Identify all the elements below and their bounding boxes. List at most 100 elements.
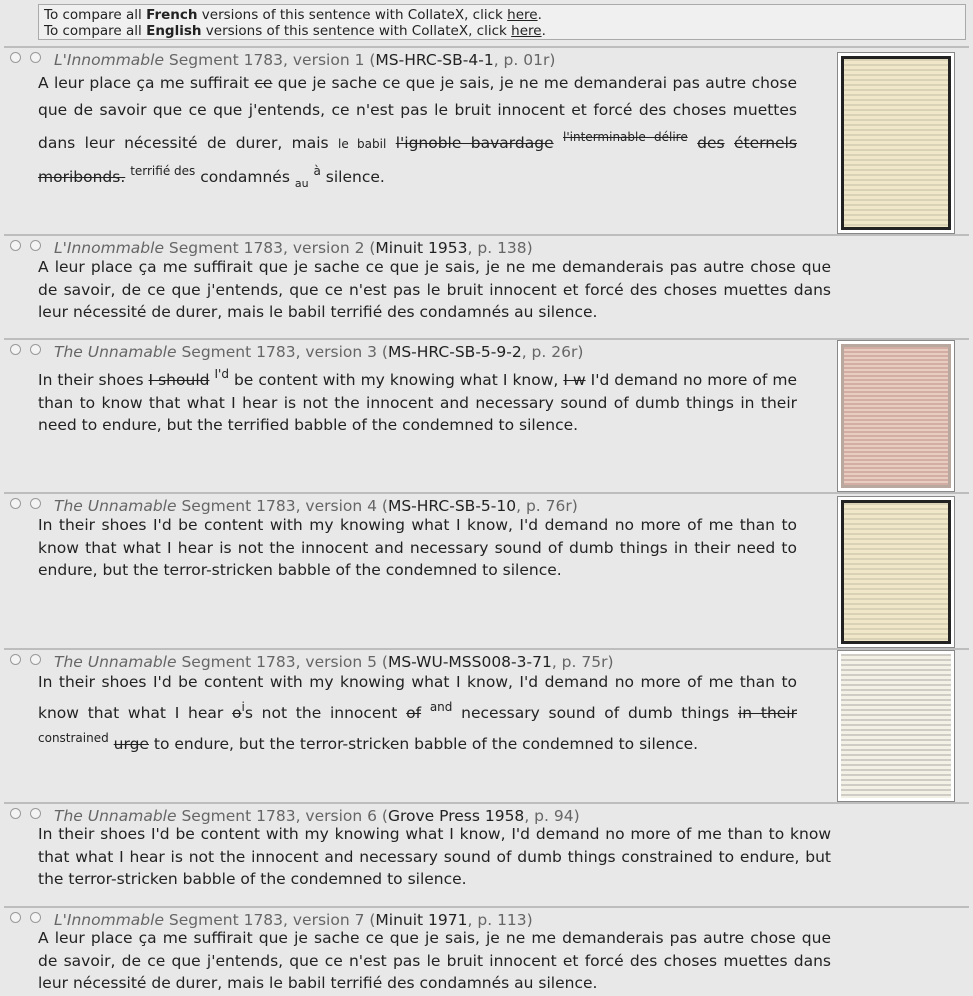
v5-addition: constrained [38, 731, 109, 745]
version-row-1: L'Innommable Segment 1783, version 1 (MS… [4, 46, 969, 234]
v3-deletion: I should [148, 371, 210, 389]
v1-space [386, 134, 395, 152]
version-5-text: In their shoes I'd be content with my kn… [38, 670, 797, 757]
version-5-radio-left[interactable] [10, 654, 21, 665]
compare-french-end: . [537, 7, 542, 23]
v3-text-part: In their shoes [38, 371, 149, 389]
version-4-header: The Unnamable Segment 1783, version 4 (M… [54, 497, 578, 515]
version-row-6: The Unnamable Segment 1783, version 6 (G… [4, 802, 969, 906]
version-1-radio-right[interactable] [30, 52, 41, 63]
version-row-5: The Unnamable Segment 1783, version 5 (M… [4, 648, 969, 802]
version-3-siglum: MS-HRC-SB-5-9-2 [387, 343, 522, 361]
v5-addition: and [429, 700, 453, 714]
manuscript-page-image [841, 654, 951, 798]
v5-text-part: necessary sound of dumb things [452, 704, 738, 722]
version-2-radios [10, 240, 41, 251]
version-7-radio-left[interactable] [10, 912, 21, 923]
version-3-radios [10, 344, 41, 355]
version-1-meta: Segment 1783, version 1 ( [163, 51, 376, 69]
version-3-header: The Unnamable Segment 1783, version 3 (M… [54, 343, 583, 361]
v5-text-part: s not the innocent [244, 704, 407, 722]
version-4-text: In their shoes I'd be content with my kn… [38, 516, 797, 579]
version-2-radio-right[interactable] [30, 240, 41, 251]
version-1-siglum: MS-HRC-SB-4-1 [375, 51, 494, 69]
version-5-radio-right[interactable] [30, 654, 41, 665]
version-5-header: The Unnamable Segment 1783, version 5 (M… [54, 653, 614, 671]
v1-addition: le babil [338, 137, 387, 151]
v1-deleted-addition: l'interminable délire [563, 130, 688, 144]
version-4-facsimile-thumbnail[interactable] [837, 496, 955, 648]
v1-superscript: à [313, 164, 321, 178]
collatex-compare-box: To compare all French versions of this s… [38, 4, 966, 40]
compare-french-link[interactable]: here [507, 7, 537, 23]
version-3-text: In their shoes I should I'd be content w… [38, 363, 797, 437]
v1-deletion: l'ignoble bavardage [395, 134, 554, 152]
version-2-header: L'Innommable Segment 1783, version 2 (Mi… [54, 239, 533, 257]
version-1-title: L'Innommable [54, 51, 164, 69]
version-4-siglum: MS-HRC-SB-5-10 [387, 497, 517, 515]
version-3-page: , p. 26r) [521, 343, 584, 361]
manuscript-page-image [841, 500, 951, 644]
version-1-radio-left[interactable] [10, 52, 21, 63]
version-7-radios [10, 912, 41, 923]
v5-space [421, 704, 430, 722]
version-1-facsimile-thumbnail[interactable] [837, 52, 955, 234]
version-4-meta: Segment 1783, version 4 ( [176, 497, 388, 515]
v1-text-part: A leur place ça me suffirait [38, 74, 255, 92]
version-1-page: , p. 01r) [493, 51, 556, 69]
version-3-title: The Unnamable [54, 343, 177, 361]
compare-french-lang: French [146, 7, 198, 23]
version-1-text: A leur place ça me suffirait ce que je s… [38, 70, 797, 197]
compare-english-link[interactable]: here [511, 23, 541, 39]
version-6-radio-left[interactable] [10, 808, 21, 819]
version-3-radio-left[interactable] [10, 344, 21, 355]
version-3-facsimile-thumbnail[interactable] [837, 340, 955, 492]
v3-text-part: be content with my knowing what I know, [228, 371, 564, 389]
version-4-radio-right[interactable] [30, 498, 41, 509]
version-row-4: The Unnamable Segment 1783, version 4 (M… [4, 492, 969, 648]
version-5-radios [10, 654, 41, 665]
version-4-radios [10, 498, 41, 509]
v1-space [725, 134, 734, 152]
version-5-title: The Unnamable [54, 653, 177, 671]
version-6-radio-right[interactable] [30, 808, 41, 819]
version-5-facsimile-thumbnail[interactable] [837, 650, 955, 802]
version-2-title: L'Innommable [54, 239, 164, 257]
version-3-radio-right[interactable] [30, 344, 41, 355]
version-row-2: L'Innommable Segment 1783, version 2 (Mi… [4, 234, 969, 338]
v1-deletion: ce [254, 74, 273, 92]
version-5-meta: Segment 1783, version 5 ( [176, 653, 388, 671]
version-4-title: The Unnamable [54, 497, 177, 515]
compare-english-prefix: To compare all [44, 23, 147, 39]
version-7-text: A leur place ça me suffirait que je sach… [38, 929, 831, 992]
manuscript-page-image [841, 56, 951, 230]
v5-deletion: urge [113, 735, 149, 753]
version-6-text: In their shoes I'd be content with my kn… [38, 825, 831, 888]
version-2-meta: Segment 1783, version 2 ( [163, 239, 376, 257]
v3-addition: I'd [214, 367, 229, 381]
version-7-radio-right[interactable] [30, 912, 41, 923]
v3-deletion: I w [563, 371, 586, 389]
version-4-page: , p. 76r) [516, 497, 578, 515]
version-3-meta: Segment 1783, version 3 ( [176, 343, 388, 361]
v5-deletion: of [406, 704, 422, 722]
version-2-radio-left[interactable] [10, 240, 21, 251]
compare-english-end: . [541, 23, 546, 39]
v5-deletion: in their [738, 704, 797, 722]
v1-text-part: silence. [320, 168, 385, 186]
v5-text-part: to endure, but the terror-stricken babbl… [148, 735, 699, 753]
version-row-3: The Unnamable Segment 1783, version 3 (M… [4, 338, 969, 492]
version-2-page: , p. 138) [467, 239, 533, 257]
version-2-siglum: Minuit 1953 [375, 239, 468, 257]
compare-french-line: To compare all French versions of this s… [44, 7, 960, 23]
version-4-radio-left[interactable] [10, 498, 21, 509]
v1-subscript: au [294, 177, 309, 190]
compare-french-mid: versions of this sentence with CollateX,… [197, 7, 508, 23]
version-5-siglum: MS-WU-MSS008-3-71 [387, 653, 552, 671]
v1-deletion: des [697, 134, 725, 152]
version-6-radios [10, 808, 41, 819]
v1-space [688, 134, 697, 152]
compare-english-lang: English [146, 23, 202, 39]
version-2-text: A leur place ça me suffirait que je sach… [38, 258, 831, 321]
manuscript-page-image [841, 344, 951, 488]
